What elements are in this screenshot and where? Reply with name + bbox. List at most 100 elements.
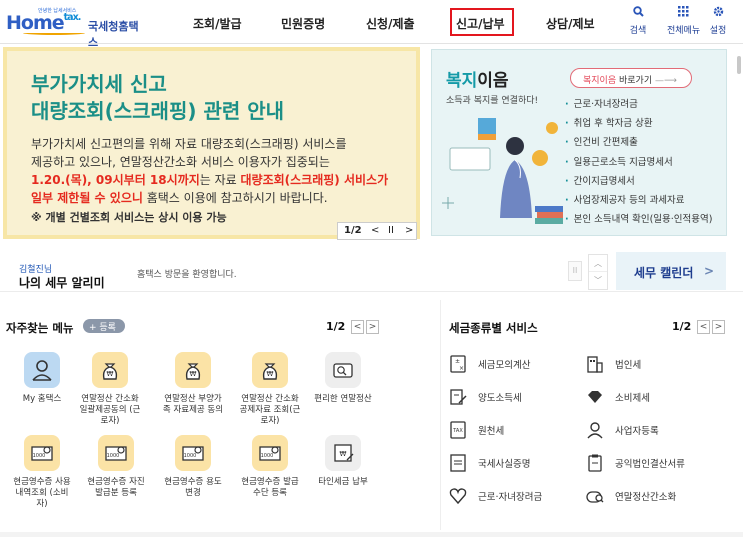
welfare-link[interactable]: 인건비 간편제출 [565,133,712,152]
favorites-pager: 1/2 [326,320,346,333]
document-pen-icon [448,388,468,406]
search-person-icon [585,487,605,505]
favorites-prev-button[interactable]: < [351,320,364,334]
money-bag-icon: ₩ [175,352,211,388]
welfare-link[interactable]: 취업 후 학자금 상환 [565,114,712,133]
favorite-receipt-self-issue[interactable]: 1000 현금영수증 자진발급분 등록 [84,435,148,499]
notice-down-button[interactable]: ﹀ [589,272,607,289]
section-divider [440,300,441,530]
tax-service-earned-credit[interactable]: 근로·자녀장려금 [448,487,542,505]
notice-up-button[interactable]: ︿ [589,255,607,272]
vat-notice-banner[interactable]: 부가가치세 신고 대량조회(스크래핑) 관련 안내 부가가치세 신고편의를 위해… [3,47,420,240]
tax-document-icon: TAX [448,421,468,439]
svg-text:1000: 1000 [107,453,120,459]
welfare-title: 복지이음 [446,71,509,91]
nav-inquiry[interactable]: 조회/발급 [193,15,242,32]
money-bag-icon: ₩ [252,352,288,388]
global-header: 안녕한 납세서비스 Home tax. 국세청홈택스 조회/발급 민원증명 신청/… [0,0,743,49]
tax-services-prev-button[interactable]: < [697,320,710,334]
tax-service-corporate[interactable]: 법인세 [585,355,641,373]
favorite-easy-yearend[interactable]: 편리한 연말정산 [311,352,375,405]
welfare-link[interactable]: 간이지급명세서 [565,172,712,191]
favorite-receipt-purpose[interactable]: 1000 현금영수증 용도변경 [161,435,225,499]
tax-service-transfer-income[interactable]: 양도소득세 [448,388,522,406]
tax-service-simulation[interactable]: ± × 세금모의계산 [448,355,530,373]
welfare-link[interactable]: 근로·자녀장려금 [565,95,712,114]
favorite-my-hometax[interactable]: My 홈택스 [10,352,74,405]
bottom-band [0,532,743,537]
all-menu-button[interactable]: 전체메뉴 [667,6,700,36]
tax-services-pager: 1/2 [672,320,692,333]
banner-prev-button[interactable]: < [371,225,379,236]
person-icon [585,421,605,439]
tax-pay-icon: ₩ [325,435,361,471]
tax-service-withholding[interactable]: TAX 원천세 [448,421,504,439]
svg-text:×: × [459,365,464,372]
calculator-icon: ± × [448,355,468,373]
welcome-message: 홈택스 방문을 환영합니다. [137,270,237,280]
hometax-logo[interactable]: 안녕한 납세서비스 Home tax. 국세청홈택스 [6,8,146,49]
logo-swoosh [23,31,85,35]
favorites-register-button[interactable]: + 등록 [83,319,125,333]
nav-application[interactable]: 신청/제출 [366,15,415,32]
svg-text:₩: ₩ [107,370,114,378]
welfare-subtitle: 소득과 복지를 연결하다! [446,96,539,106]
banner-pager: 1/2 [344,225,362,236]
gear-icon [706,6,730,20]
heart-icon [448,487,468,505]
favorite-other-tax-payment[interactable]: ₩ 타인세금 납부 [311,435,375,488]
search-icon [626,6,650,20]
tax-service-public-corp[interactable]: 공익법인결산서류 [585,454,685,472]
lower-section: 자주찾는 메뉴 + 등록 1/2 < > My 홈택스 ₩ 연말정산 간소화 일… [0,300,743,537]
banner-pause-button[interactable]: II [388,225,394,236]
welfare-link[interactable]: 사업장제공자 등의 과세자료 [565,191,712,210]
welfare-link[interactable]: 본인 소득내역 확인(일용·인적용역) [565,210,713,229]
logo-name: 국세청홈택스 [88,20,139,49]
favorites-title: 자주찾는 메뉴 [6,321,74,335]
tax-service-yearend-simple[interactable]: 연말정산간소화 [585,487,676,505]
welfare-shortcut-button[interactable]: 복지이음 바로가기 —⟶ [570,68,692,88]
svg-text:1000: 1000 [33,453,46,459]
settings-button[interactable]: 설정 [706,6,730,36]
nav-certificate[interactable]: 민원증명 [281,15,325,32]
banner-controls: 1/2 < II > [337,222,417,240]
welfare-illustration [442,118,563,224]
receipt-search-icon: 1000 [24,435,60,471]
tax-calendar-button[interactable]: 세무 캘린더 > [616,252,726,290]
receipt-search-icon: 1000 [252,435,288,471]
favorite-dependent-consent[interactable]: ₩ 연말정산 부양가족 자료제공 동의 [161,352,225,416]
notice-updown-buttons: ︿ ﹀ [588,254,608,290]
svg-text:1000: 1000 [261,453,274,459]
svg-text:₩: ₩ [190,370,197,378]
receipt-search-icon: 1000 [175,435,211,471]
welfare-link[interactable]: 일용근로소득 지급명세서 [565,153,712,172]
tax-notice-bar: 김철진님 나의 세무 알리미 홈택스 방문을 환영합니다. II ︿ ﹀ 세무 … [0,249,743,292]
search-button[interactable]: 검색 [626,6,650,36]
welfare-panel: 복지이음 소득과 복지를 연결하다! 복지이음 바로가기 —⟶ 근로·자녀장려금… [431,49,727,236]
tax-service-business-registration[interactable]: 사업자등록 [585,421,659,439]
banner-note: ※ 개별 건별조회 서비스는 상시 이용 가능 [31,211,227,224]
tax-service-fact-certificate[interactable]: 국세사실증명 [448,454,530,472]
banner-title: 부가가치세 신고 대량조회(스크래핑) 관련 안내 [31,72,285,123]
svg-text:₩: ₩ [340,450,347,458]
chevron-right-icon: > [703,264,714,278]
notice-pause-button[interactable]: II [568,261,582,281]
banner-body: 부가가치세 신고편의를 위해 자료 대량조회(스크래핑) 서비스를 제공하고 있… [31,137,389,205]
tax-services-next-button[interactable]: > [712,320,725,334]
favorite-receipt-means[interactable]: 1000 현금영수증 발급수단 등록 [238,435,302,499]
nav-consult[interactable]: 상담/제보 [546,15,595,32]
banner-next-button[interactable]: > [405,225,413,236]
tax-service-consumption[interactable]: 소비제세 [585,388,650,406]
page-scrollbar[interactable] [737,56,741,74]
svg-text:TAX: TAX [452,428,463,434]
svg-text:±: ± [455,358,460,365]
favorite-deduction-inquiry[interactable]: ₩ 연말정산 간소화 공제자료 조회(근로자) [238,352,302,427]
favorites-next-button[interactable]: > [366,320,379,334]
favorite-yearend-consent[interactable]: ₩ 연말정산 간소화 일괄제공동의 (근로자) [78,352,142,427]
favorite-receipt-usage[interactable]: 1000 현금영수증 사용내역조회 (소비자) [10,435,74,510]
diamond-icon [585,388,605,406]
person-icon [24,352,60,388]
notice-title[interactable]: 나의 세무 알리미 [19,274,105,291]
grid-menu-icon [667,6,699,20]
building-icon [585,355,605,373]
